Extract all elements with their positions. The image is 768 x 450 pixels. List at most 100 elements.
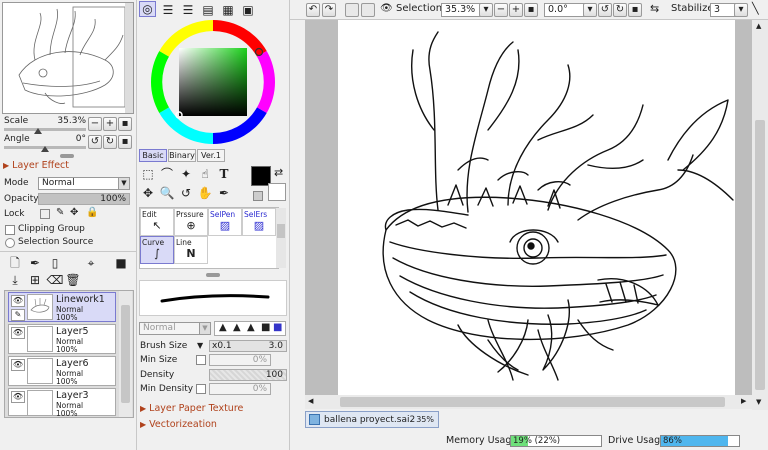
min-size-slider[interactable]: 0% [209, 354, 271, 366]
padlock-icon[interactable]: 🔒 [86, 207, 98, 218]
selection-source-radio[interactable] [5, 238, 15, 248]
rotate-left-button[interactable]: ↺ [598, 3, 612, 17]
density-slider[interactable]: 100 [209, 369, 287, 381]
brush-shape-icon[interactable]: ▲ [233, 322, 241, 333]
scratchpad-icon[interactable]: ▣ [239, 1, 257, 19]
color-grid-icon[interactable]: ▦ [219, 1, 237, 19]
pan-icon[interactable]: ✋ [196, 184, 214, 202]
brush-curve[interactable]: Curve ∫ [140, 236, 174, 264]
color-wheel[interactable] [146, 18, 280, 146]
rotate-reset-button[interactable]: ▪ [118, 135, 132, 149]
eye-icon[interactable]: 👁 [11, 391, 25, 403]
drawing-canvas[interactable] [338, 20, 735, 395]
clipping-group-checkbox[interactable] [5, 225, 15, 235]
chevron-up-icon[interactable]: ▲ [756, 22, 761, 30]
zoom-icon[interactable]: 🔍 [158, 184, 176, 202]
chevron-down-icon[interactable]: ▾ [479, 3, 493, 17]
brush-line[interactable]: Line N [174, 236, 208, 264]
clear-layer-icon[interactable]: ⌫ [46, 271, 64, 289]
paper-texture-header[interactable]: ▶ Layer Paper Texture [140, 403, 243, 414]
eye-icon[interactable]: 👁 [11, 295, 25, 307]
layer-row-layer5[interactable]: 👁 Layer5 Normal 100% [8, 324, 116, 354]
eyedropper-icon[interactable]: ✒ [215, 184, 233, 202]
chevron-left-icon[interactable]: ◀ [308, 397, 313, 405]
layer-row-linework1[interactable]: 👁 ✎ Linework1 Normal 100% [8, 292, 116, 322]
deselect-button[interactable] [345, 3, 359, 17]
vectorization-header[interactable]: ▶ Vectorizeation [140, 419, 217, 430]
zoom-out-button[interactable]: − [88, 117, 102, 131]
swap-colors-icon[interactable]: ⇄ [274, 166, 283, 179]
vertical-scroll-thumb[interactable] [755, 120, 765, 390]
panel-splitter-handle[interactable] [206, 273, 220, 277]
merge-layer-icon[interactable]: ⊞ [26, 271, 44, 289]
transparent-color-icon[interactable] [253, 191, 263, 201]
brush-edit[interactable]: Edit ↖ [140, 208, 174, 236]
transfer-down-icon[interactable]: ⤓ [6, 271, 24, 289]
invert-selection-button[interactable] [361, 3, 375, 17]
angle-slider[interactable]: Angle 0° [4, 134, 86, 152]
rotate-left-button[interactable]: ↺ [88, 135, 102, 149]
hand-icon[interactable]: ☝ [196, 165, 214, 183]
rotate-right-button[interactable]: ↻ [613, 3, 627, 17]
brush-blend-select[interactable]: Normal ▼ [139, 322, 211, 335]
tab-basic[interactable]: Basic [139, 149, 167, 162]
chevron-down-icon[interactable]: ▾ [583, 3, 597, 17]
layer-mask-icon[interactable]: ⌖ [82, 254, 100, 272]
zoom-reset-button[interactable]: ▪ [524, 3, 538, 17]
pen-lock-icon[interactable]: ✎ [56, 207, 64, 218]
zoom-out-button[interactable]: − [494, 3, 508, 17]
eye-icon[interactable]: 👁 [11, 327, 25, 339]
layer-list-scrollbar[interactable] [119, 291, 132, 417]
zoom-in-button[interactable]: + [509, 3, 523, 17]
chevron-down-icon[interactable]: ▼ [197, 341, 203, 350]
delete-layer-icon[interactable]: 🗑 [64, 271, 82, 289]
new-layer-icon[interactable]: 🗋 [6, 254, 24, 272]
scale-slider[interactable]: Scale 35.3% [4, 116, 86, 134]
canvas-horizontal-scrollbar[interactable]: ◀ ▶ [305, 395, 752, 409]
secondary-color-swatch[interactable] [268, 183, 286, 201]
tab-binary[interactable]: Binary [168, 149, 196, 162]
brush-pressure[interactable]: Prssure ⊕ [174, 208, 208, 236]
new-pen-layer-icon[interactable]: ✒ [26, 254, 44, 272]
brush-shape-icon[interactable]: ■ [261, 322, 270, 333]
rotate-right-button[interactable]: ↻ [103, 135, 117, 149]
zoom-reset-button[interactable]: ▪ [118, 117, 132, 131]
min-density-slider[interactable]: 0% [209, 383, 271, 395]
brush-shape-selector[interactable]: ▲ ▲ ▲ ■ ■ [214, 321, 286, 336]
magic-wand-icon[interactable]: ✦ [177, 165, 195, 183]
rgb-slider-icon[interactable]: ☰ [159, 1, 177, 19]
panel-splitter-handle[interactable] [60, 154, 74, 158]
brush-grid-scrollbar[interactable] [276, 208, 286, 268]
layer-mode-select[interactable]: Normal ▼ [38, 177, 130, 190]
document-tab[interactable]: ballena proyect.sai2 35% [305, 411, 439, 428]
rect-select-icon[interactable]: ⬚ [139, 165, 157, 183]
min-density-checkbox[interactable] [196, 384, 206, 394]
hsv-slider-icon[interactable]: ☰ [179, 1, 197, 19]
eye-icon[interactable]: 👁 [380, 3, 393, 17]
move-lock-icon[interactable]: ✥ [70, 207, 78, 218]
angle-slider-thumb[interactable] [41, 146, 49, 152]
chevron-down-icon[interactable]: ▼ [756, 398, 761, 406]
brush-shape-icon[interactable]: ▲ [219, 322, 227, 333]
zoom-in-button[interactable]: + [103, 117, 117, 131]
rotate-icon[interactable]: ↺ [177, 184, 195, 202]
undo-button[interactable]: ↶ [306, 3, 320, 17]
eye-icon[interactable]: 👁 [11, 359, 25, 371]
color-swatch-icon[interactable]: ▤ [199, 1, 217, 19]
canvas-area[interactable] [305, 20, 752, 395]
brush-selpen[interactable]: SelPen ▨ [208, 208, 242, 236]
brush-shape-icon[interactable]: ■ [273, 322, 282, 333]
lasso-icon[interactable]: ⌒ [158, 165, 176, 183]
rotate-reset-button[interactable]: ▪ [628, 3, 642, 17]
new-folder-icon[interactable]: ▯ [46, 254, 64, 272]
layer-opacity-slider[interactable]: 100% [38, 193, 130, 205]
flip-horizontal-icon[interactable]: ⇆ [650, 3, 659, 17]
canvas-vertical-scrollbar[interactable]: ▲ ▼ [752, 20, 768, 410]
min-size-checkbox[interactable] [196, 355, 206, 365]
horizontal-scroll-thumb[interactable] [340, 397, 725, 407]
tab-ver1[interactable]: Ver.1 [197, 149, 225, 162]
brush-size-slider[interactable]: x0.1 3.0 [209, 340, 287, 352]
lock-transparency-checkbox[interactable] [40, 209, 50, 219]
brush-shape-icon[interactable]: ▲ [247, 322, 255, 333]
layer-fill-icon[interactable]: ■ [112, 254, 130, 272]
